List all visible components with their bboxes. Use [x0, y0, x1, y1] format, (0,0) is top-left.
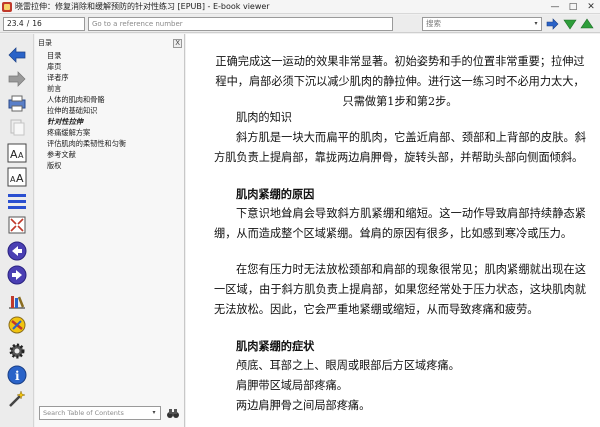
- section-heading: 肌肉紧绷的症状: [236, 339, 315, 353]
- content-paragraph: 肌肉的知识: [236, 111, 292, 124]
- copy-icon[interactable]: [6, 116, 28, 138]
- svg-text:i: i: [15, 369, 20, 383]
- current-page: 23.4: [7, 19, 24, 28]
- next-page-icon[interactable]: [6, 264, 28, 286]
- toc-item[interactable]: 参考文献: [41, 149, 181, 160]
- previous-page-icon[interactable]: [6, 240, 28, 262]
- toc-item-current[interactable]: 针对性拉伸: [41, 116, 181, 127]
- vertical-toolbar: AA AA i: [0, 34, 34, 427]
- toc-item[interactable]: 评估肌肉的柔韧性和匀衡: [41, 138, 181, 149]
- maximize-button[interactable]: □: [564, 1, 582, 13]
- toc-list: 目录 扉页 译者序 前言 人体的肌肉和骨骼 拉伸的基础知识 针对性拉伸 疼痛缓解…: [41, 50, 181, 171]
- preferences-gear-icon[interactable]: [6, 340, 28, 362]
- top-toolbar: 23.4/16 Go to a reference number 搜索 ▾: [0, 15, 600, 33]
- svg-text:A: A: [10, 148, 18, 161]
- toc-item[interactable]: 前言: [41, 83, 181, 94]
- search-input[interactable]: 搜索 ▾: [422, 17, 542, 31]
- toc-item[interactable]: 版权: [41, 160, 181, 171]
- find-next-icon[interactable]: [563, 17, 577, 31]
- toc-title: 目录: [38, 39, 52, 47]
- svg-text:A: A: [18, 151, 24, 160]
- forward-arrow-icon[interactable]: [6, 68, 28, 90]
- app-book-icon: [2, 1, 12, 12]
- info-icon[interactable]: i: [6, 364, 28, 386]
- toc-item[interactable]: 人体的肌肉和骨骼: [41, 94, 181, 105]
- library-icon[interactable]: [6, 290, 28, 312]
- back-arrow-icon[interactable]: [6, 44, 28, 66]
- reading-area: 正确完成这一运动的效果非常显著。初始姿势和手的位置非常重要；拉伸过程中，肩部必须…: [186, 34, 600, 427]
- toc-item[interactable]: 译者序: [41, 72, 181, 83]
- page-number-field[interactable]: 23.4/16: [3, 17, 85, 31]
- total-pages: 16: [32, 19, 42, 28]
- svg-text:A: A: [16, 172, 24, 185]
- content-paragraph: 下意识地耸肩会导致斜方肌紧绷和缩短。这一动作导致肩部持续静态紧绷，从而造成整个区…: [214, 207, 586, 240]
- window-controls: — □ ✕: [546, 1, 600, 13]
- fullscreen-icon[interactable]: [6, 214, 28, 236]
- toc-lines-icon[interactable]: [6, 190, 28, 212]
- wand-icon[interactable]: [6, 388, 28, 410]
- bookmark-icon[interactable]: [6, 314, 28, 336]
- font-smaller-icon[interactable]: AA: [6, 166, 28, 188]
- page-separator: /: [26, 19, 30, 28]
- symptom-item: 肩胛带区域局部疼痛。: [236, 379, 348, 392]
- close-button[interactable]: ✕: [582, 1, 600, 13]
- title-bar: 晓雷拉伸：修复消除和缓解预防的针对性练习 [EPUB] - E-book vie…: [0, 0, 600, 14]
- toc-item[interactable]: 扉页: [41, 61, 181, 72]
- toc-item[interactable]: 拉伸的基础知识: [41, 105, 181, 116]
- window-title: 晓雷拉伸：修复消除和缓解预防的针对性练习 [EPUB] - E-book vie…: [15, 2, 270, 11]
- toc-item[interactable]: 疼痛缓解方案: [41, 127, 181, 138]
- toc-search-dropdown-icon[interactable]: ▾: [149, 407, 159, 419]
- search-dropdown-icon[interactable]: ▾: [532, 19, 540, 29]
- minimize-button[interactable]: —: [546, 1, 564, 13]
- toc-item[interactable]: 目录: [41, 50, 181, 61]
- search-arrow-icon[interactable]: [545, 17, 559, 31]
- print-icon[interactable]: [6, 92, 28, 114]
- toc-search-input[interactable]: Search Table of Contents: [39, 406, 161, 420]
- goto-reference-input[interactable]: Go to a reference number: [88, 17, 393, 31]
- symptom-item: 两边肩胛骨之间局部疼痛。: [236, 399, 371, 412]
- toc-panel: 目录 X 目录 扉页 译者序 前言 人体的肌肉和骨骼 拉伸的基础知识 针对性拉伸…: [35, 34, 185, 427]
- binoculars-icon[interactable]: [166, 406, 180, 420]
- content-paragraph: 正确完成这一运动的效果非常显著。初始姿势和手的位置非常重要；拉伸过程中，肩部必须…: [215, 55, 585, 108]
- content-paragraph: 在您有压力时无法放松颈部和肩部的现象很常见；肌肉紧绷就出现在这一区域，由于斜方肌…: [214, 263, 586, 316]
- search-placeholder: 搜索: [426, 19, 441, 28]
- toc-close-button[interactable]: X: [173, 38, 182, 48]
- font-larger-icon[interactable]: AA: [6, 142, 28, 164]
- symptom-item: 颅底、耳部之上、眼周或眼部后方区域疼痛。: [236, 359, 460, 372]
- section-heading: 肌肉紧绷的原因: [236, 187, 315, 201]
- find-previous-icon[interactable]: [580, 17, 594, 31]
- content-paragraph: 斜方肌是一块大而扁平的肌肉，它盖近肩部、颈部和上背部的皮肤。斜方肌负责上提肩部，…: [214, 131, 586, 164]
- ebook-viewer-window: 晓雷拉伸：修复消除和缓解预防的针对性练习 [EPUB] - E-book vie…: [0, 0, 600, 427]
- toc-header: 目录 X: [38, 38, 182, 48]
